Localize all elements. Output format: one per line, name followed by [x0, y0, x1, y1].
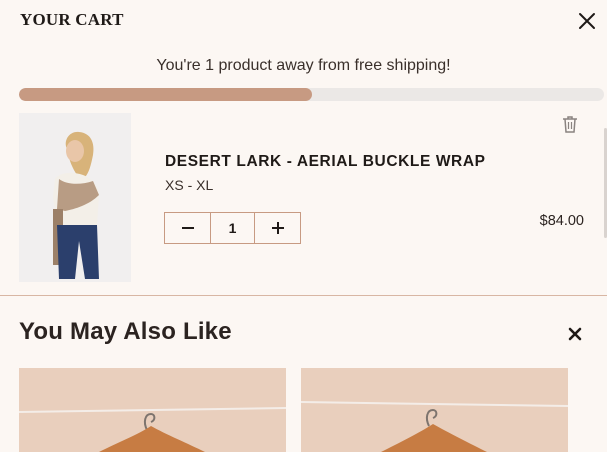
- product-variant: XS - XL: [165, 177, 214, 193]
- minus-icon: [181, 227, 194, 229]
- decrease-quantity-button[interactable]: [165, 213, 210, 243]
- shipping-progress-bar: [19, 88, 604, 101]
- quantity-value[interactable]: 1: [210, 213, 255, 243]
- increase-quantity-button[interactable]: [255, 213, 300, 243]
- cart-title: YOUR CART: [20, 10, 124, 29]
- hanger-product-image: [19, 368, 286, 452]
- plus-icon: [271, 222, 284, 234]
- product-image[interactable]: [19, 113, 131, 282]
- close-icon[interactable]: [574, 8, 600, 34]
- product-price: $84.00: [539, 213, 584, 229]
- recommendations-title: You May Also Like: [19, 318, 232, 345]
- free-shipping-message: You're 1 product away from free shipping…: [156, 57, 451, 74]
- product-name[interactable]: DESERT LARK - AERIAL BUCKLE WRAP: [165, 153, 486, 171]
- section-divider: [0, 295, 607, 296]
- dismiss-icon[interactable]: [567, 326, 583, 342]
- cart-line-item: DESERT LARK - AERIAL BUCKLE WRAP XS - XL…: [0, 112, 607, 292]
- shipping-progress-fill: [19, 88, 312, 101]
- cart-header: YOUR CART: [0, 0, 607, 42]
- recommendation-card-2[interactable]: [301, 368, 568, 452]
- trash-icon[interactable]: [560, 114, 580, 134]
- quantity-stepper: 1: [164, 212, 301, 244]
- hanger-product-image: [301, 368, 568, 452]
- recommendation-card-1[interactable]: [19, 368, 286, 452]
